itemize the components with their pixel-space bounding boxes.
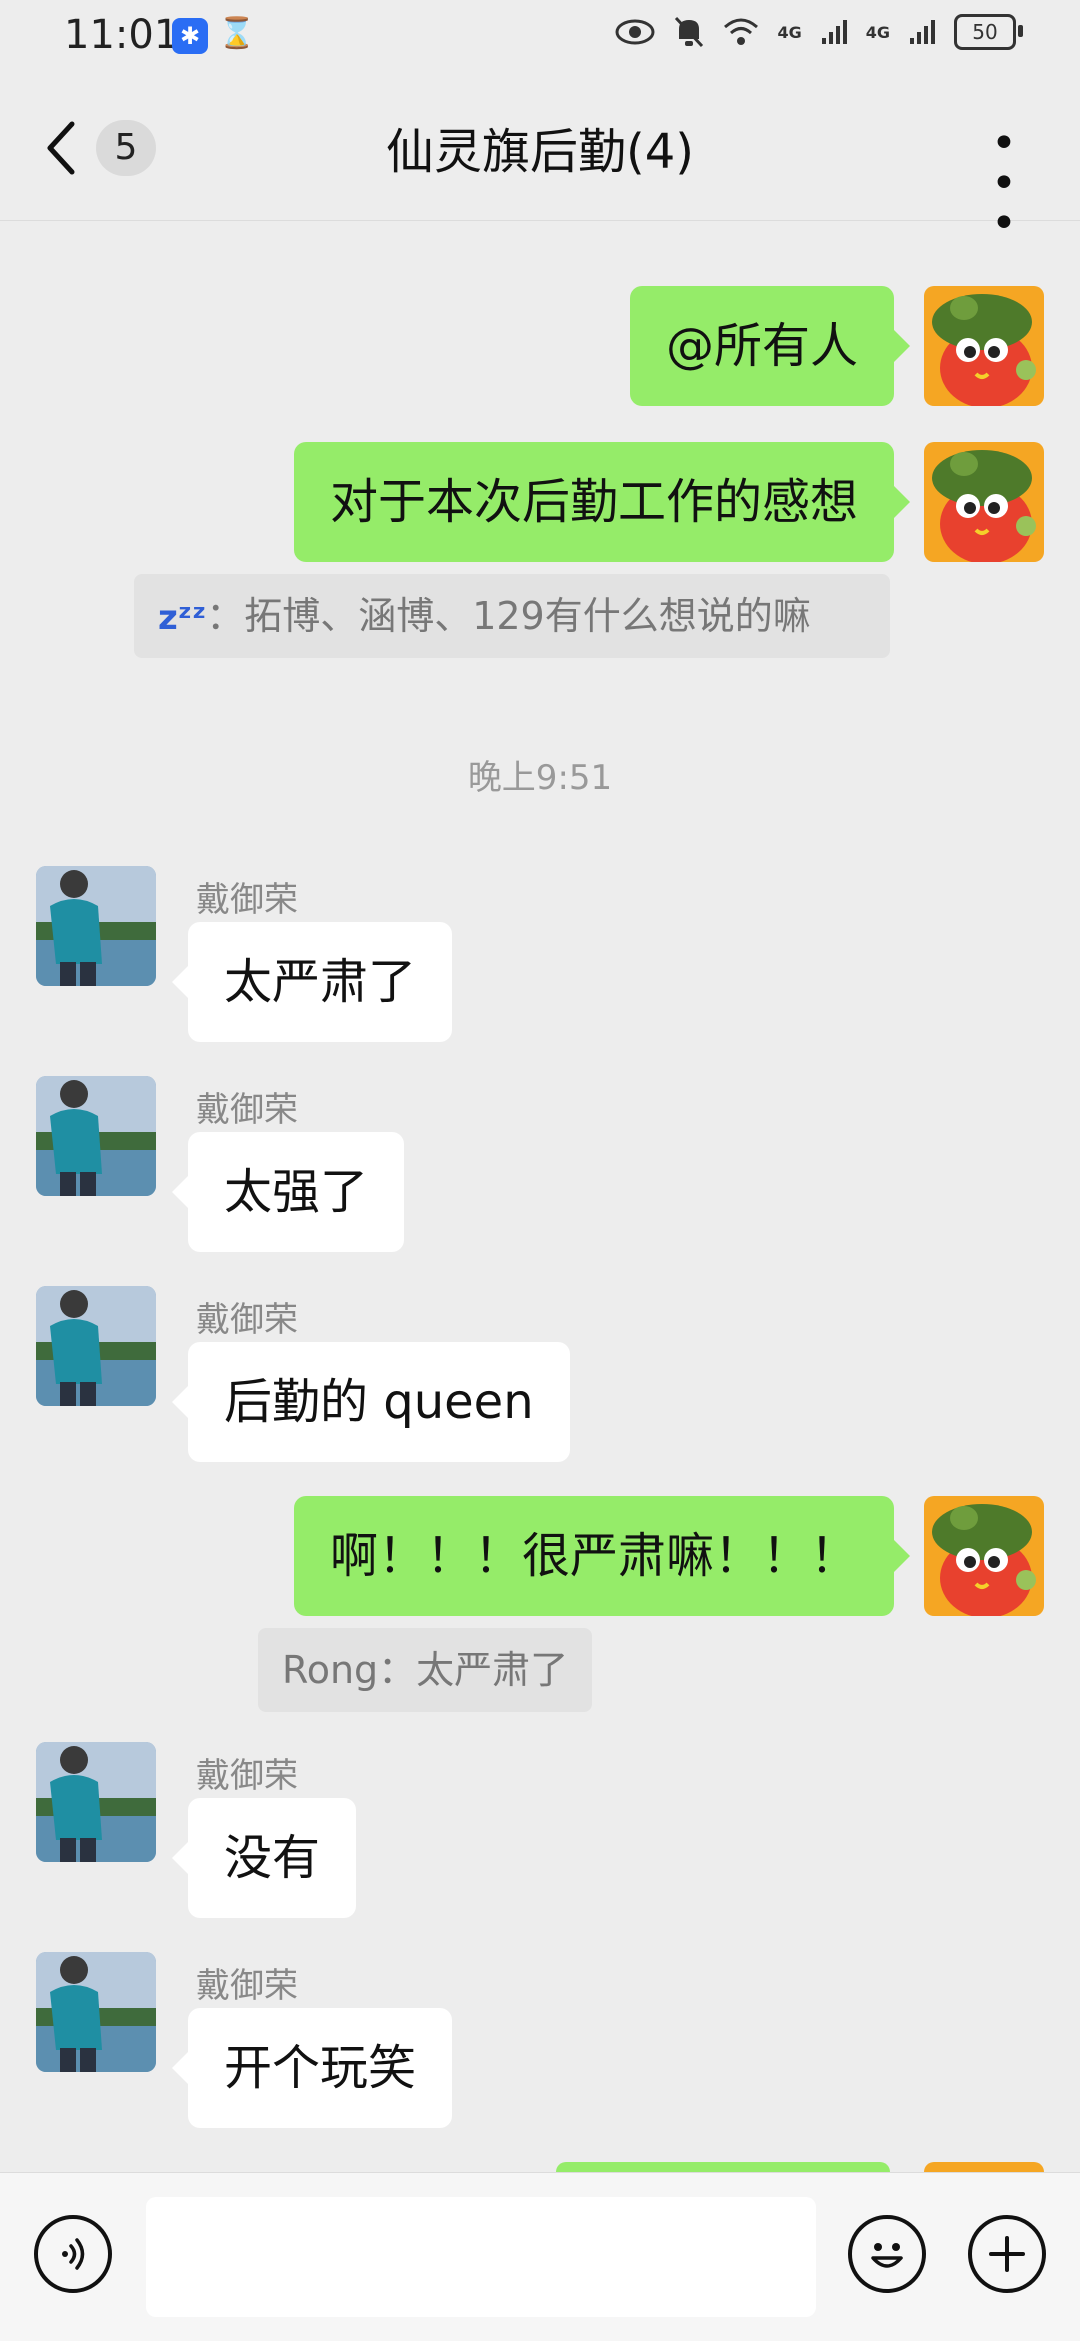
- status-icons: 4G 4G 50: [615, 14, 1023, 50]
- signal-icon-1: [821, 20, 847, 44]
- network-4g-label-1: 4G: [777, 22, 802, 42]
- partial-outgoing-bubble: [556, 2162, 890, 2172]
- chat-timestamp: 晚上9:51: [467, 758, 613, 798]
- incoming-message-bubble[interactable]: 太强了: [171, 1132, 405, 1252]
- sender-name: 戴御荣: [196, 880, 298, 920]
- sleep-zz-icon: zᶻᶻ: [158, 598, 207, 638]
- status-bar: 11:01 ✱ ⌛ 4G 4G 50: [0, 0, 1080, 76]
- message-text: 太强了: [224, 1164, 369, 1220]
- notification-app-icon: ✱: [172, 18, 208, 54]
- message-text: @所有人: [665, 318, 858, 374]
- chat-title: 仙灵旗后勤(4): [386, 124, 694, 180]
- quoted-text: ：拓博、涵博、129有什么想说的嘛: [206, 594, 811, 638]
- wifi-icon: [724, 18, 759, 45]
- outgoing-message-bubble[interactable]: @所有人: [629, 286, 911, 406]
- message-text: 对于本次后勤工作的感想: [329, 474, 858, 530]
- plus-button[interactable]: [968, 2215, 1046, 2293]
- self-avatar[interactable]: [924, 442, 1044, 562]
- outgoing-message-bubble[interactable]: 啊！！！很严肃嘛！！！: [293, 1496, 911, 1616]
- mute-bell-icon: [675, 16, 704, 48]
- outgoing-message-bubble[interactable]: 对于本次后勤工作的感想: [293, 442, 911, 562]
- input-bar: [0, 2172, 1080, 2341]
- friend-avatar[interactable]: [36, 1076, 156, 1196]
- self-avatar[interactable]: [924, 286, 1044, 406]
- message-text: 没有: [224, 1830, 321, 1886]
- quoted-message[interactable]: zᶻᶻ：拓博、涵博、129有什么想说的嘛: [134, 574, 890, 658]
- incoming-message-bubble[interactable]: 后勤的 queen: [172, 1342, 570, 1462]
- sender-name: 戴御荣: [196, 1756, 298, 1796]
- battery-icon: 50: [954, 14, 1023, 50]
- eye-icon: [615, 19, 655, 45]
- message-text: 开个玩笑: [224, 2040, 417, 2096]
- status-time: 11:01: [64, 12, 180, 58]
- friend-avatar[interactable]: [36, 1742, 156, 1862]
- hourglass-icon: ⌛: [218, 16, 256, 51]
- voice-input-button[interactable]: [34, 2215, 112, 2293]
- plus-icon: [989, 2236, 1025, 2272]
- self-avatar[interactable]: [924, 1496, 1044, 1616]
- quoted-text: Rong：太严肃了: [282, 1648, 569, 1692]
- incoming-message-bubble[interactable]: 太严肃了: [171, 922, 453, 1042]
- message-text: 太严肃了: [224, 954, 417, 1010]
- voice-input-icon: [62, 2238, 85, 2270]
- battery-level: 50: [972, 20, 998, 44]
- partial-self-avatar: [924, 2162, 1044, 2172]
- more-dots-icon[interactable]: • • •: [970, 122, 1040, 246]
- friend-avatar[interactable]: [36, 1286, 156, 1406]
- quoted-message[interactable]: Rong：太严肃了: [258, 1628, 593, 1712]
- message-input[interactable]: [146, 2197, 816, 2317]
- emoji-icon: [871, 2243, 903, 2268]
- network-4g-label-2: 4G: [865, 22, 890, 42]
- incoming-message-bubble[interactable]: 开个玩笑: [171, 2008, 453, 2128]
- sender-name: 戴御荣: [196, 1966, 298, 2006]
- friend-avatar[interactable]: [36, 1952, 156, 2072]
- chat-header: 5 仙灵旗后勤(4) • • •: [0, 76, 1080, 246]
- signal-icon-2: [910, 20, 935, 44]
- emoji-button[interactable]: [848, 2215, 926, 2293]
- message-text: 后勤的 queen: [224, 1374, 534, 1430]
- sender-name: 戴御荣: [196, 1300, 298, 1340]
- message-text: 啊！！！很严肃嘛！！！: [329, 1528, 858, 1584]
- incoming-message-bubble[interactable]: 没有: [171, 1798, 357, 1918]
- friend-avatar[interactable]: [36, 866, 156, 986]
- sender-name: 戴御荣: [196, 1090, 298, 1130]
